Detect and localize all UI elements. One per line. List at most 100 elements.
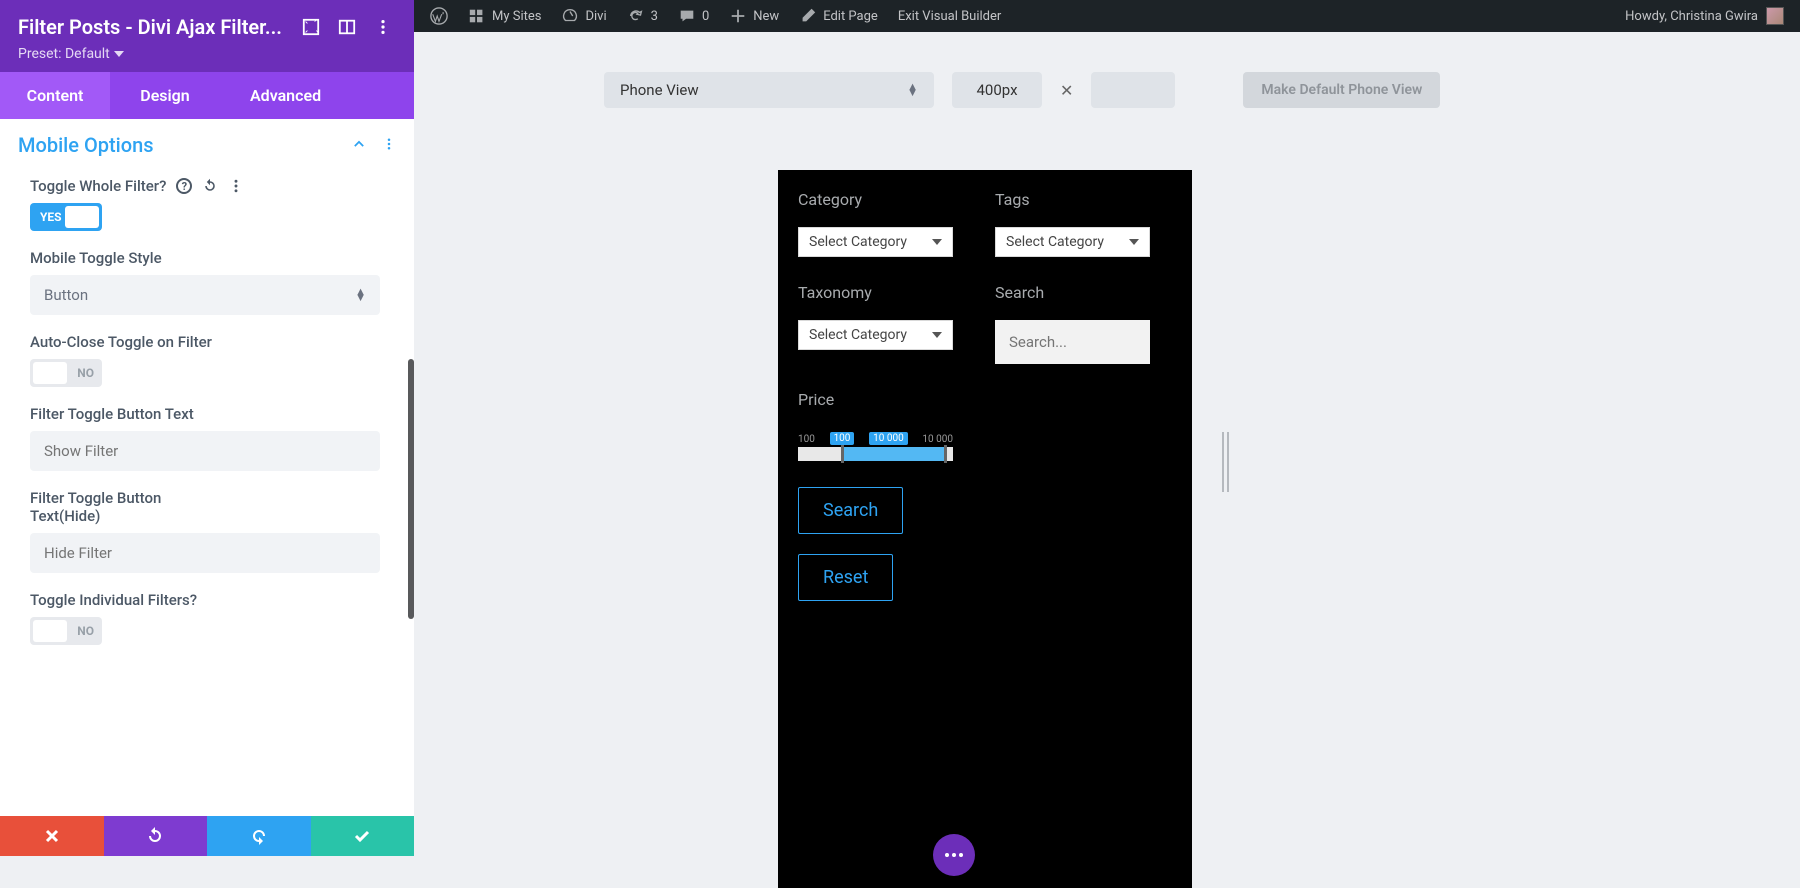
toggle-whole-filter[interactable]: YES (30, 203, 102, 231)
phone-preview: Category Select Category Tags Select Cat… (778, 170, 1192, 888)
field-toggle-whole: Toggle Whole Filter? ? YES (0, 171, 414, 243)
toggle-knob (33, 362, 67, 384)
price-handle-lo[interactable] (841, 445, 844, 463)
comments-menu[interactable]: 0 (670, 0, 717, 32)
price-lo-tag: 100 (830, 432, 855, 445)
save-button[interactable] (311, 816, 415, 856)
price-handle-hi[interactable] (944, 445, 947, 463)
reset-icon[interactable] (202, 178, 218, 194)
sidebar-header: Filter Posts - Divi Ajax Filter... Prese… (0, 0, 414, 72)
toggle-knob (33, 620, 67, 642)
tab-design[interactable]: Design (110, 72, 220, 119)
toggle-label: NO (77, 624, 94, 638)
section-mobile-options[interactable]: Mobile Options (0, 119, 414, 171)
btn-text-hide-input[interactable] (30, 533, 380, 573)
make-default-button[interactable]: Make Default Phone View (1243, 72, 1440, 108)
more-icon[interactable] (382, 137, 396, 151)
chevron-up-icon[interactable] (352, 137, 366, 151)
edit-page-menu[interactable]: Edit Page (791, 0, 886, 32)
sites-icon (468, 7, 486, 25)
my-sites-label: My Sites (492, 9, 541, 24)
chevron-down-icon (114, 51, 124, 57)
select-value: Button (44, 286, 88, 304)
field-label: Mobile Toggle Style (30, 249, 384, 267)
tab-advanced[interactable]: Advanced (220, 72, 351, 119)
preset-label: Preset: Default (18, 46, 110, 62)
viewport-width-input[interactable]: 400px (952, 72, 1042, 108)
viewport-height-input[interactable] (1091, 72, 1175, 108)
updates-count: 3 (651, 9, 658, 24)
field-label: Auto-Close Toggle on Filter (30, 333, 384, 351)
close-icon (42, 826, 62, 846)
mobile-style-select[interactable]: Button ▲▼ (30, 275, 380, 315)
filter-label-tags: Tags (995, 190, 1172, 209)
search-button[interactable]: Search (798, 487, 903, 534)
undo-icon (145, 826, 165, 846)
field-label: Toggle Whole Filter? (30, 177, 166, 195)
check-icon (352, 826, 372, 846)
site-label: Divi (585, 9, 606, 24)
new-menu[interactable]: New (721, 0, 787, 32)
exit-vb-menu[interactable]: Exit Visual Builder (890, 0, 1009, 32)
expand-icon[interactable] (298, 14, 324, 40)
settings-sidebar: Filter Posts - Divi Ajax Filter... Prese… (0, 0, 414, 856)
filter-label-taxonomy: Taxonomy (798, 283, 975, 302)
chevron-down-icon (1129, 239, 1139, 245)
search-input[interactable] (995, 320, 1150, 364)
dimension-x: ✕ (1060, 81, 1073, 100)
field-label: Filter Toggle Button Text (30, 405, 384, 423)
howdy-label: Howdy, Christina Gwira (1625, 9, 1758, 24)
updates-menu[interactable]: 3 (619, 0, 666, 32)
module-fab[interactable] (933, 834, 975, 876)
price-max: 10 000 (922, 434, 953, 445)
site-menu[interactable]: Divi (553, 0, 614, 32)
price-slider[interactable]: 100 100 10 000 10 000 (798, 427, 953, 461)
pencil-icon (799, 7, 817, 25)
user-menu[interactable]: Howdy, Christina Gwira (1617, 7, 1792, 25)
toggle-label: NO (77, 366, 94, 380)
taxonomy-select[interactable]: Select Category (798, 320, 953, 350)
preset-selector[interactable]: Preset: Default (18, 46, 396, 62)
module-title: Filter Posts - Divi Ajax Filter... (18, 15, 288, 39)
redo-icon (249, 826, 269, 846)
toggle-auto-close[interactable]: NO (30, 359, 102, 387)
category-select[interactable]: Select Category (798, 227, 953, 257)
reset-button[interactable]: Reset (798, 554, 893, 601)
more-icon[interactable] (370, 14, 396, 40)
toggle-individual-filters[interactable]: NO (30, 617, 102, 645)
view-controls: Phone View ▲▼ 400px ✕ Make Default Phone… (414, 32, 1800, 108)
field-label: Toggle Individual Filters? (30, 591, 384, 609)
my-sites-menu[interactable]: My Sites (460, 0, 549, 32)
view-mode-select[interactable]: Phone View ▲▼ (604, 72, 934, 108)
avatar (1766, 7, 1784, 25)
price-min: 100 (798, 434, 815, 445)
price-hi-tag: 10 000 (869, 432, 908, 445)
more-icon[interactable] (228, 178, 244, 194)
select-arrows-icon: ▲▼ (355, 289, 366, 301)
field-label: Filter Toggle Button Text(Hide) (30, 489, 210, 525)
redo-button[interactable] (207, 816, 311, 856)
toggle-knob (65, 206, 99, 228)
gauge-icon (561, 7, 579, 25)
resize-handle[interactable] (1222, 432, 1232, 492)
filter-label-search: Search (995, 283, 1172, 302)
comment-icon (678, 7, 696, 25)
sidebar-footer (0, 816, 414, 856)
canvas: Phone View ▲▼ 400px ✕ Make Default Phone… (414, 32, 1800, 856)
help-icon[interactable]: ? (176, 178, 192, 194)
tab-content[interactable]: Content (0, 72, 110, 119)
tags-select[interactable]: Select Category (995, 227, 1150, 257)
section-title: Mobile Options (18, 133, 340, 157)
btn-text-input[interactable] (30, 431, 380, 471)
view-mode-value: Phone View (620, 81, 699, 99)
wp-logo-menu[interactable] (422, 0, 456, 32)
field-btn-text-hide: Filter Toggle Button Text(Hide) (0, 483, 414, 585)
wp-admin-bar: My Sites Divi 3 0 New Edit Page Exit Vis… (414, 0, 1800, 32)
columns-icon[interactable] (334, 14, 360, 40)
field-auto-close: Auto-Close Toggle on Filter NO (0, 327, 414, 399)
field-mobile-style: Mobile Toggle Style Button ▲▼ (0, 243, 414, 327)
toggle-label: YES (40, 210, 62, 224)
cancel-button[interactable] (0, 816, 104, 856)
wordpress-icon (430, 7, 448, 25)
undo-button[interactable] (104, 816, 208, 856)
